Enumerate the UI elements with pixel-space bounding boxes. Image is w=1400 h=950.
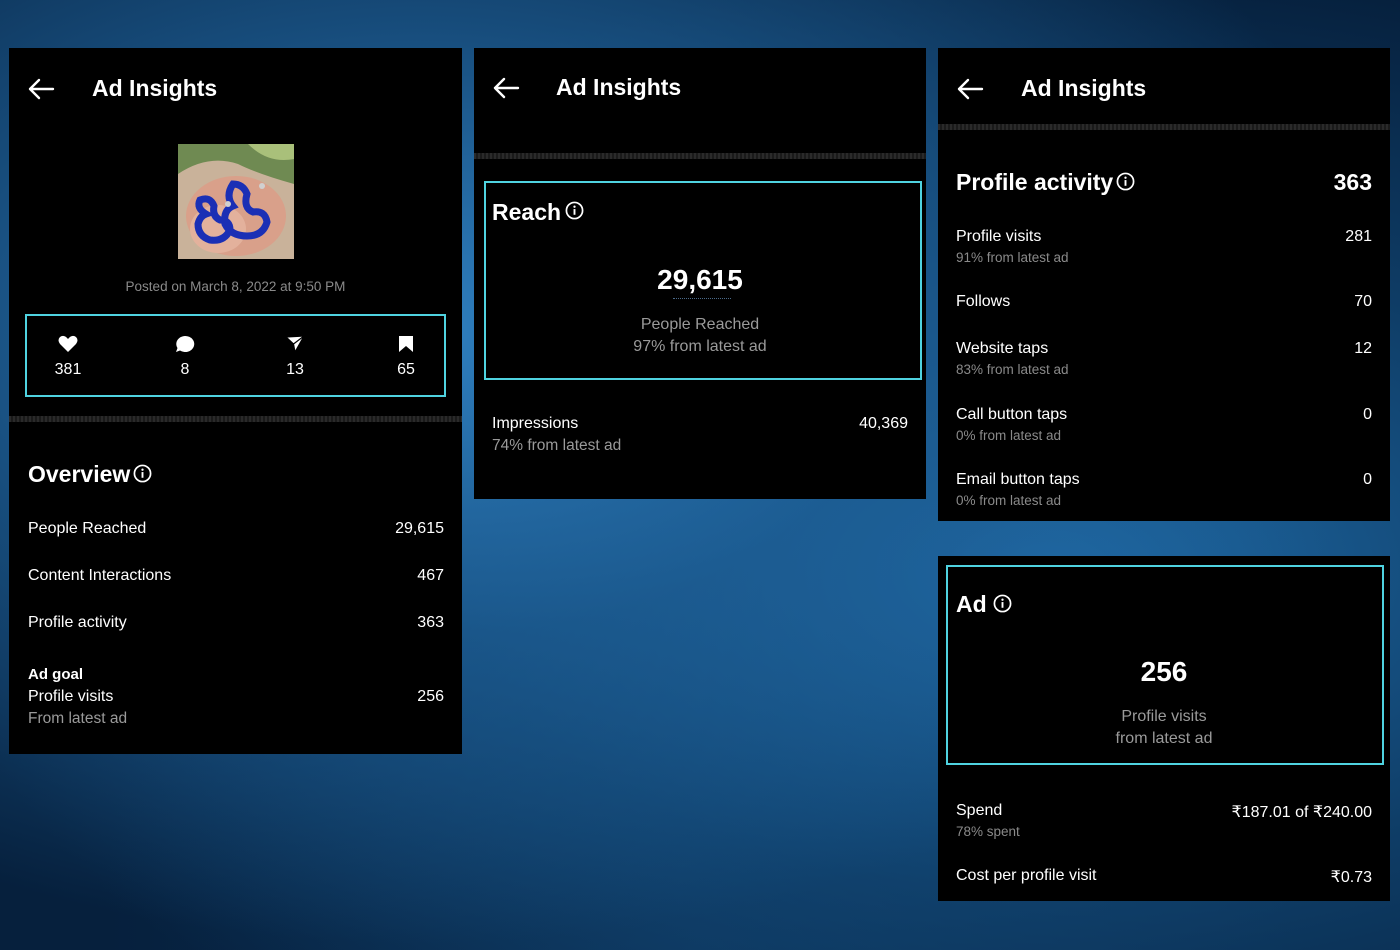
comment-icon — [176, 335, 195, 352]
profile-visits-label: Profile visits — [956, 228, 1042, 245]
content-interactions-value: 467 — [417, 567, 444, 584]
saves-stat: 65 — [376, 335, 436, 379]
bookmark-icon — [399, 336, 413, 352]
call-button-taps-value: 0 — [1363, 406, 1372, 423]
ad-insights-panel-overview: Ad Insights Posted on March 8, 2022 at 9… — [9, 48, 462, 754]
page-title: Ad Insights — [556, 74, 682, 100]
likes-stat: 381 — [38, 335, 98, 379]
ad-insights-panel-ad: Ad 256 Profile visits from latest ad Spe… — [938, 556, 1390, 901]
website-taps-label: Website taps — [956, 340, 1049, 357]
posted-date: Posted on March 8, 2022 at 9:50 PM — [125, 279, 346, 294]
saves-count: 65 — [397, 361, 415, 378]
info-icon[interactable] — [565, 201, 584, 220]
people-reached-value: 29,615 — [395, 520, 444, 537]
ad-goal-label: Ad goal — [28, 666, 83, 683]
share-icon — [285, 335, 305, 353]
profile-activity-title: Profile activity — [956, 169, 1114, 195]
info-icon[interactable] — [1116, 172, 1135, 191]
website-taps-value: 12 — [1354, 340, 1372, 357]
back-arrow-icon[interactable] — [492, 77, 520, 99]
profile-activity-total: 363 — [1333, 169, 1372, 195]
email-button-taps-sub: 0% from latest ad — [956, 493, 1062, 508]
impressions-label: Impressions — [492, 415, 579, 432]
ad-goal-metric: Profile visits — [28, 688, 114, 705]
overview-title: Overview — [28, 461, 131, 487]
info-icon[interactable] — [133, 464, 152, 483]
reach-value-underline — [673, 298, 731, 299]
shares-count: 13 — [286, 361, 304, 378]
ad-goal-sub: From latest ad — [28, 710, 128, 727]
people-reached-label: People Reached — [28, 520, 147, 537]
email-button-taps-label: Email button taps — [956, 471, 1080, 488]
content-interactions-label[interactable]: Content Interactions — [28, 567, 171, 585]
back-arrow-icon[interactable] — [956, 78, 984, 100]
post-thumbnail[interactable] — [178, 144, 294, 259]
likes-count: 381 — [54, 361, 82, 378]
ad-value: 256 — [1140, 656, 1188, 687]
page-title: Ad Insights — [92, 75, 218, 101]
email-button-taps-value: 0 — [1363, 471, 1372, 488]
impressions-value: 40,369 — [859, 415, 908, 432]
reach-sub: 97% from latest ad — [633, 338, 767, 355]
section-divider — [474, 153, 926, 159]
section-divider — [938, 124, 1390, 130]
comments-stat: 8 — [155, 335, 215, 379]
ad-insights-panel-profile-activity: Ad Insights Profile activity 363 Profile… — [938, 48, 1390, 521]
call-button-taps-sub: 0% from latest ad — [956, 428, 1062, 443]
shares-stat: 13 — [265, 335, 325, 379]
reach-title: Reach — [492, 199, 562, 225]
call-button-taps-label: Call button taps — [956, 406, 1068, 423]
ad-title: Ad — [956, 591, 987, 617]
ad-label: Profile visits — [1121, 708, 1207, 725]
profile-visits-value: 281 — [1345, 228, 1372, 245]
reach-value: 29,615 — [657, 264, 743, 295]
impressions-sub: 74% from latest ad — [492, 437, 622, 454]
heart-icon — [58, 335, 78, 352]
follows-value: 70 — [1354, 293, 1372, 310]
profile-visits-sub: 91% from latest ad — [956, 250, 1069, 265]
info-icon[interactable] — [993, 594, 1012, 613]
spend-label: Spend — [956, 802, 1003, 819]
page-title: Ad Insights — [1021, 75, 1147, 101]
reach-label: People Reached — [640, 316, 760, 333]
profile-activity-label[interactable]: Profile activity — [28, 614, 127, 632]
website-taps-sub: 83% from latest ad — [956, 362, 1069, 377]
cost-per-visit-value: ₹0.73 — [1330, 869, 1372, 886]
cost-per-visit-label: Cost per profile visit — [956, 867, 1097, 884]
ad-sub: from latest ad — [1115, 730, 1213, 747]
ad-insights-panel-reach: Ad Insights Reach 29,615 People Reached … — [474, 48, 926, 499]
comments-count: 8 — [180, 361, 190, 378]
spend-sub: 78% spent — [956, 824, 1020, 839]
profile-activity-value: 363 — [417, 614, 444, 631]
section-divider — [9, 416, 462, 422]
back-arrow-icon[interactable] — [27, 78, 55, 100]
ad-goal-value: 256 — [417, 688, 444, 705]
spend-value: ₹187.01 of ₹240.00 — [1231, 804, 1372, 821]
follows-label: Follows — [956, 293, 1011, 310]
